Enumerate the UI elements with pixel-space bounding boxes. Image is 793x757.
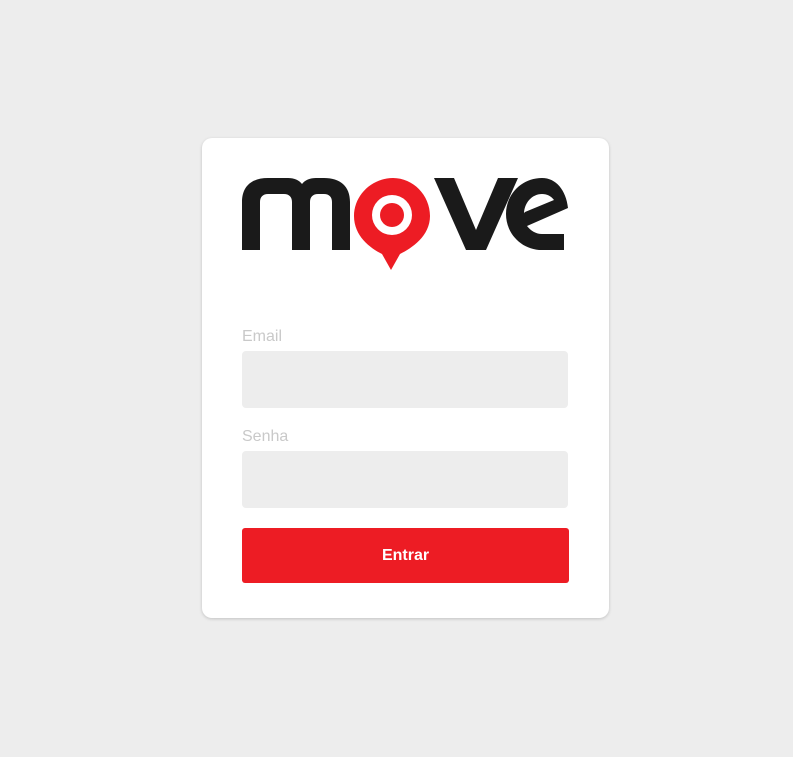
logo-letter-m bbox=[242, 178, 350, 250]
location-pin-icon bbox=[354, 178, 430, 270]
login-card: Email Senha Entrar bbox=[202, 138, 609, 618]
email-field[interactable] bbox=[242, 351, 568, 408]
login-button[interactable]: Entrar bbox=[242, 528, 569, 583]
password-label: Senha bbox=[242, 428, 289, 445]
logo-letter-e bbox=[506, 178, 568, 250]
move-logo bbox=[242, 178, 568, 270]
logo-letter-v bbox=[434, 178, 518, 250]
email-label: Email bbox=[242, 328, 283, 345]
password-field[interactable] bbox=[242, 451, 568, 508]
